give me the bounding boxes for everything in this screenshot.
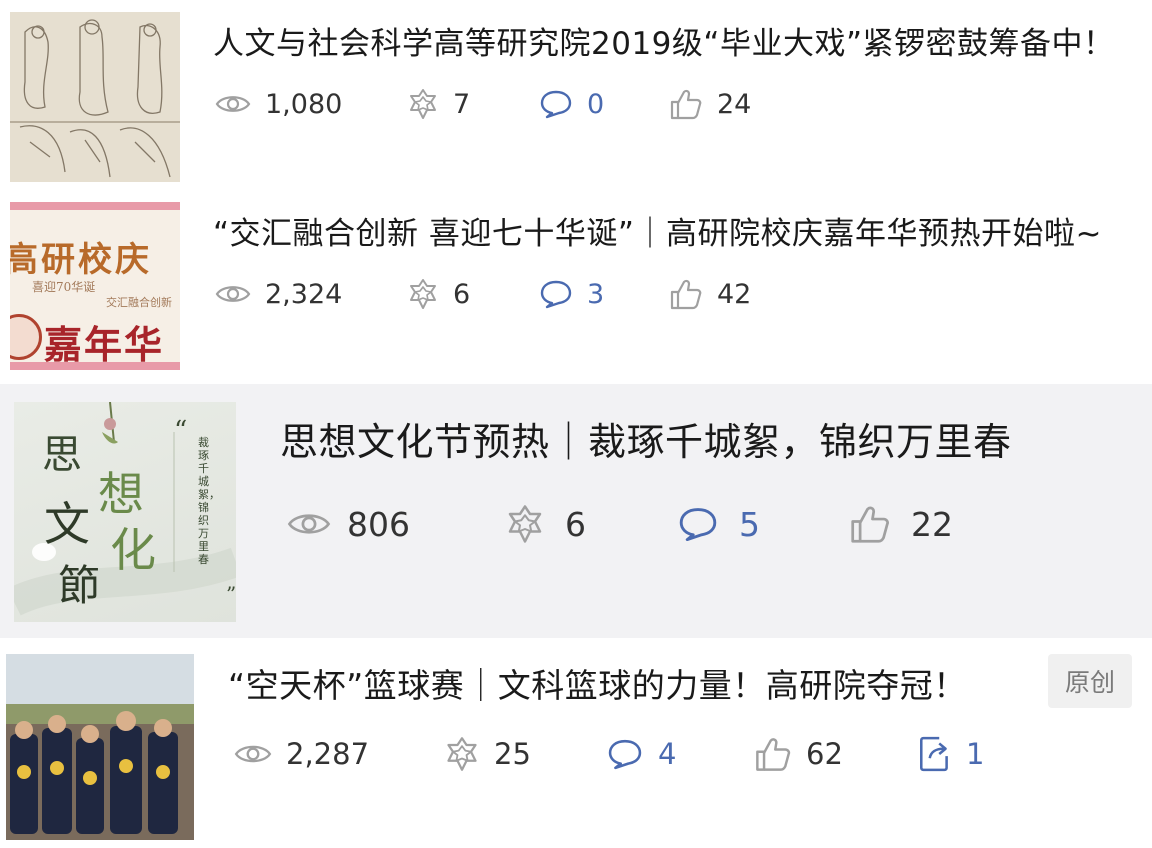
comments-stat[interactable]: 5 — [677, 500, 760, 548]
comment-icon — [606, 738, 644, 770]
comments-stat[interactable]: 4 — [606, 732, 676, 776]
thumb-quote-close: ” — [226, 582, 236, 606]
article-title[interactable]: 思想文化节预热｜裁琢千城絮，锦织万里春 — [280, 416, 1148, 468]
stars-stat[interactable]: 6 — [407, 272, 470, 316]
thumb-line2: 喜迎70华诞 — [32, 280, 96, 294]
article-title[interactable]: “空天杯”篮球赛｜文科篮球的力量！高研院夺冠！ — [228, 664, 1038, 708]
thumbs-up-icon — [754, 736, 792, 772]
likes-stat[interactable]: 24 — [669, 82, 751, 126]
article-title[interactable]: “交汇融合创新 喜迎七十华诞”｜高研院校庆嘉年华预热开始啦~ — [213, 212, 1148, 256]
star-icon — [505, 504, 545, 544]
article-item[interactable]: 高研校庆 喜迎70华诞 交汇融合创新 嘉年华 “交汇融合创新 喜迎七十华诞”｜高… — [0, 192, 1152, 380]
stars-count: 6 — [565, 504, 586, 544]
article-thumbnail[interactable] — [10, 12, 180, 182]
original-badge: 原创 — [1048, 654, 1132, 708]
comments-count: 0 — [587, 88, 605, 120]
stars-count: 7 — [453, 88, 471, 120]
comments-stat[interactable]: 3 — [539, 272, 604, 316]
thumb-vertical-text: 裁琢千城絮，锦织万里春 — [198, 436, 220, 566]
likes-count: 22 — [911, 504, 953, 544]
article-stats: 806 6 5 22 — [287, 500, 1047, 548]
shares-count: 1 — [966, 737, 985, 771]
likes-stat[interactable]: 42 — [669, 272, 751, 316]
thumb-big-char: 思 — [42, 432, 82, 478]
article-stats: 1,080 7 0 24 — [215, 82, 915, 126]
star-icon — [444, 736, 480, 772]
article-stats: 2,287 25 4 62 1 — [234, 732, 1054, 776]
likes-stat[interactable]: 62 — [754, 732, 843, 776]
article-stats: 2,324 6 3 42 — [215, 272, 915, 316]
thumb-line4: 嘉年华 — [44, 322, 165, 367]
article-thumbnail[interactable]: 思 想 文 化 節 “ ” 裁琢千城絮，锦织万里春 — [14, 402, 236, 622]
likes-stat[interactable]: 22 — [849, 500, 953, 548]
stars-stat[interactable]: 7 — [407, 82, 470, 126]
views-count: 1,080 — [265, 88, 343, 120]
article-item-highlighted[interactable]: 思 想 文 化 節 “ ” 裁琢千城絮，锦织万里春 思想文化节预热｜裁琢千城絮，… — [0, 384, 1152, 638]
article-title[interactable]: 人文与社会科学高等研究院2019级“毕业大戏”紧锣密鼓筹备中！ — [213, 22, 1148, 66]
article-item[interactable]: “空天杯”篮球赛｜文科篮球的力量！高研院夺冠！ 原创 2,287 25 4 62… — [0, 644, 1152, 848]
comments-stat[interactable]: 0 — [539, 82, 604, 126]
stars-count: 25 — [494, 737, 531, 771]
views-stat: 806 — [287, 500, 410, 548]
stars-stat[interactable]: 25 — [444, 732, 531, 776]
likes-count: 62 — [806, 737, 843, 771]
comments-count: 4 — [658, 737, 677, 771]
comment-icon — [539, 279, 573, 309]
views-stat: 2,287 — [234, 732, 369, 776]
thumb-quote-open: “ — [174, 416, 188, 446]
thumbs-up-icon — [849, 504, 891, 544]
thumbs-up-icon — [669, 88, 703, 120]
views-stat: 2,324 — [215, 272, 342, 316]
likes-count: 24 — [717, 88, 752, 120]
views-count: 806 — [347, 504, 410, 544]
eye-icon — [287, 509, 331, 539]
star-icon — [407, 88, 439, 120]
stars-stat[interactable]: 6 — [505, 500, 586, 548]
article-thumbnail[interactable]: 高研校庆 喜迎70华诞 交汇融合创新 嘉年华 — [10, 202, 180, 370]
thumb-big-char: 文 — [44, 497, 90, 551]
stars-count: 6 — [453, 278, 471, 310]
star-icon — [407, 278, 439, 310]
eye-icon — [215, 92, 251, 116]
sketch-image — [10, 12, 180, 182]
thumb-border-top — [10, 202, 180, 210]
thumb-big-char: 化 — [110, 523, 156, 577]
shares-stat[interactable]: 1 — [918, 732, 984, 776]
comment-icon — [539, 89, 573, 119]
thumb-line3: 交汇融合创新 — [106, 296, 172, 309]
comments-count: 5 — [739, 504, 760, 544]
eye-icon — [215, 282, 251, 306]
thumbs-up-icon — [669, 278, 703, 310]
article-item[interactable]: 人文与社会科学高等研究院2019级“毕业大戏”紧锣密鼓筹备中！ 1,080 7 … — [0, 0, 1152, 190]
eye-icon — [234, 741, 272, 767]
thumb-line1: 高研校庆 — [10, 240, 152, 280]
comments-count: 3 — [587, 278, 605, 310]
likes-count: 42 — [717, 278, 752, 310]
share-icon — [918, 735, 952, 773]
logo-seal — [10, 314, 42, 360]
team-photo — [6, 654, 194, 840]
thumb-big-char: 節 — [58, 561, 101, 610]
views-count: 2,324 — [265, 278, 343, 310]
views-stat: 1,080 — [215, 82, 342, 126]
article-thumbnail[interactable] — [6, 654, 194, 840]
comment-icon — [677, 506, 719, 542]
views-count: 2,287 — [286, 737, 370, 771]
